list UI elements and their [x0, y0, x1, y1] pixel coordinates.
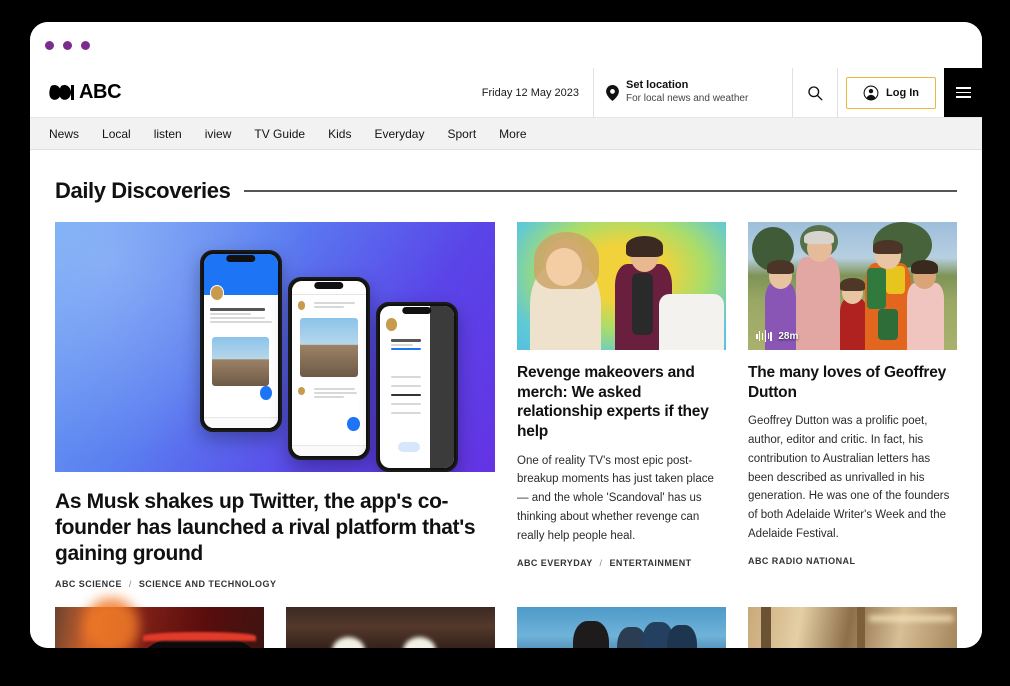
search-icon: [808, 85, 823, 100]
right-article-headline[interactable]: The many loves of Geoffrey Dutton: [748, 363, 957, 402]
nav-item-news[interactable]: News: [49, 127, 79, 141]
middle-article-standfirst: One of reality TV's most epic post-break…: [517, 454, 714, 542]
hamburger-menu-button[interactable]: [944, 68, 982, 117]
window-dot-maximize[interactable]: [81, 40, 90, 50]
hero-article-byline: ABC SCIENCE / SCIENCE AND TECHNOLOGY: [55, 579, 495, 589]
hero-article-image[interactable]: [55, 222, 495, 472]
middle-article-brand: ABC EVERYDAY: [517, 558, 593, 569]
nav-item-more[interactable]: More: [499, 127, 526, 141]
window-dot-minimize[interactable]: [63, 40, 72, 50]
hero-article-headline[interactable]: As Musk shakes up Twitter, the app's co-…: [55, 489, 495, 566]
abc-wordmark: ABC: [79, 81, 122, 103]
hero-article-brand: ABC SCIENCE: [55, 579, 122, 590]
location-title: Set location: [626, 79, 689, 92]
current-date: Friday 12 May 2023: [481, 86, 579, 99]
location-text: Set location For local news and weather: [626, 79, 748, 105]
hero-article-topic: SCIENCE AND TECHNOLOGY: [138, 579, 277, 590]
audio-waveform-icon: [756, 330, 773, 342]
bottom-thumbnail-row: [55, 597, 957, 648]
right-article-image[interactable]: 28m: [748, 222, 957, 350]
user-circle-icon: [863, 85, 879, 100]
login-cell: Log In: [838, 68, 944, 117]
hamburger-menu-icon: [955, 85, 971, 101]
middle-article-headline[interactable]: Revenge makeovers and merch: We asked re…: [517, 363, 726, 442]
abc-wave-icon: [49, 84, 74, 100]
right-article[interactable]: 28m The many loves of Geoffrey Dutton Ge…: [748, 222, 957, 589]
article-grid: As Musk shakes up Twitter, the app's co-…: [55, 222, 957, 589]
phone-mockup-left: [200, 249, 282, 432]
login-button[interactable]: Log In: [846, 76, 936, 109]
phone-mockup-center: [288, 277, 370, 460]
section-divider: [244, 190, 957, 192]
window-titlebar: [30, 22, 982, 68]
bottom-thumbnail-4[interactable]: [748, 607, 957, 648]
location-subtitle: For local news and weather: [626, 93, 749, 105]
page-viewport: ABC Friday 12 May 2023 Set location For …: [30, 68, 982, 648]
right-article-standfirst: Geoffrey Dutton was a prolific poet, aut…: [748, 415, 950, 540]
phone-mockup-right: [376, 302, 458, 472]
bottom-thumbnail-1[interactable]: [55, 597, 264, 648]
nav-item-tv-guide[interactable]: TV Guide: [254, 127, 305, 141]
site-masthead: ABC Friday 12 May 2023 Set location For …: [30, 68, 982, 118]
set-location-button[interactable]: Set location For local news and weather: [593, 68, 793, 117]
byline-separator: /: [599, 558, 603, 569]
browser-window: ABC Friday 12 May 2023 Set location For …: [30, 22, 982, 648]
window-dot-close[interactable]: [45, 40, 54, 50]
nav-item-kids[interactable]: Kids: [328, 127, 351, 141]
page-title: Daily Discoveries: [55, 178, 231, 203]
middle-article[interactable]: Revenge makeovers and merch: We asked re…: [517, 222, 726, 589]
audio-duration-label: 28m: [778, 330, 799, 342]
hero-article[interactable]: As Musk shakes up Twitter, the app's co-…: [55, 222, 495, 589]
audio-duration-badge: 28m: [756, 330, 798, 342]
right-article-byline: ABC RADIO NATIONAL: [748, 556, 957, 566]
byline-separator: /: [128, 579, 132, 590]
nav-item-sport[interactable]: Sport: [447, 127, 476, 141]
secondary-nav: News Local listen iview TV Guide Kids Ev…: [30, 118, 982, 150]
nav-item-local[interactable]: Local: [102, 127, 131, 141]
right-article-brand: ABC RADIO NATIONAL: [748, 556, 856, 567]
masthead-spacer: [137, 68, 468, 117]
login-label: Log In: [886, 86, 919, 99]
abc-logo[interactable]: ABC: [30, 68, 137, 117]
search-button[interactable]: [793, 68, 838, 117]
nav-item-listen[interactable]: listen: [154, 127, 182, 141]
section-header: Daily Discoveries: [55, 178, 957, 204]
map-pin-icon: [606, 84, 619, 101]
nav-item-iview[interactable]: iview: [205, 127, 232, 141]
nav-item-everyday[interactable]: Everyday: [374, 127, 424, 141]
bottom-thumbnail-2[interactable]: [286, 607, 495, 648]
middle-article-byline: ABC EVERYDAY / ENTERTAINMENT: [517, 558, 726, 568]
middle-article-image[interactable]: [517, 222, 726, 350]
bottom-thumbnail-3[interactable]: [517, 607, 726, 648]
middle-article-topic: ENTERTAINMENT: [609, 558, 692, 569]
